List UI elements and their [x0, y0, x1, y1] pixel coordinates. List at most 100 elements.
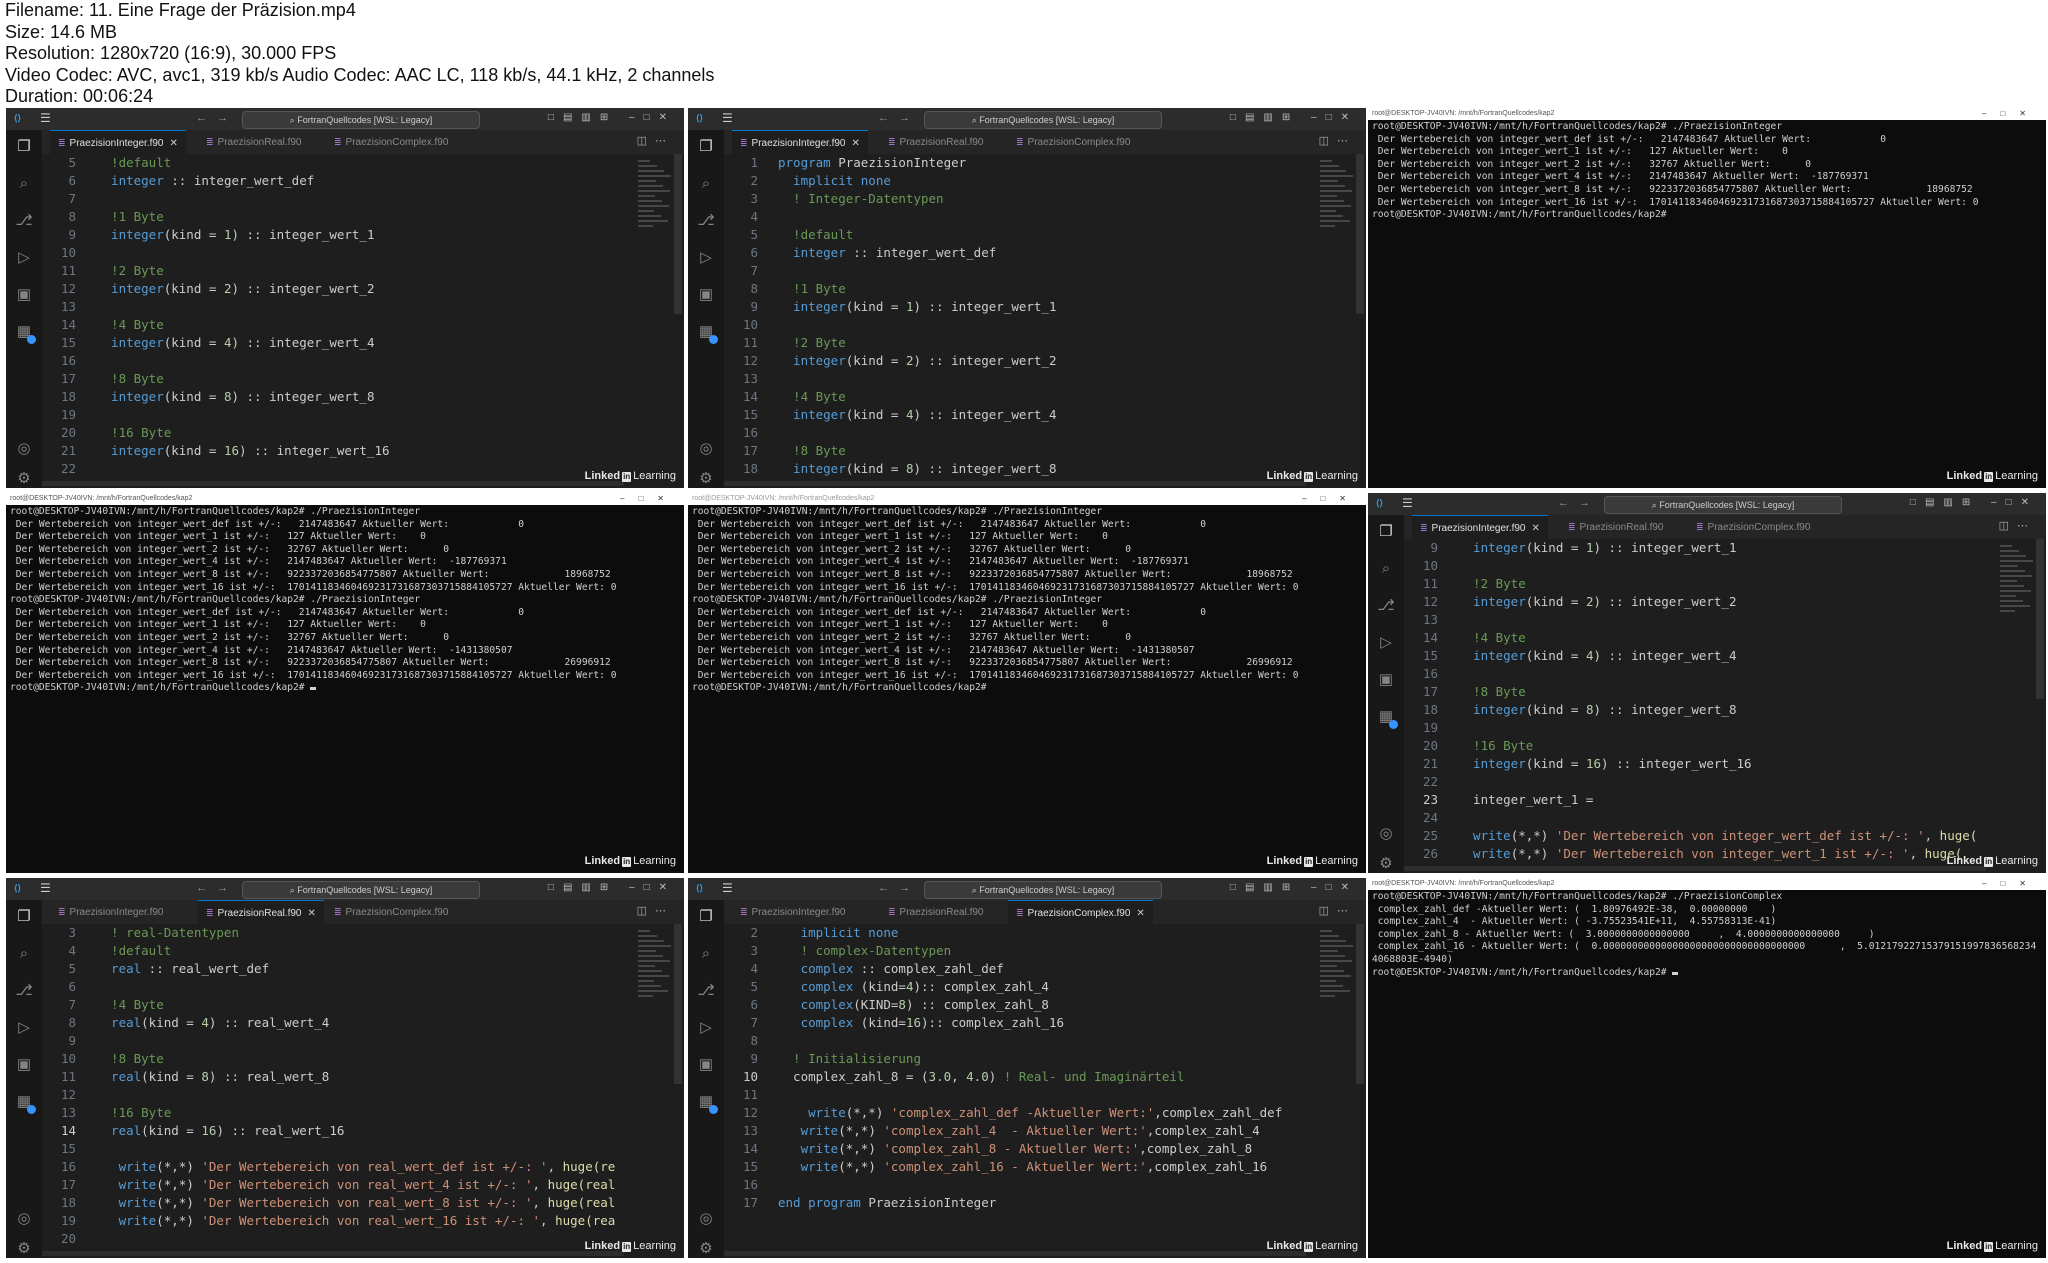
tab-close-icon[interactable]: ✕ — [852, 138, 860, 149]
source-control-icon[interactable]: ⎇ — [697, 212, 715, 230]
window-controls[interactable]: –□✕ — [1982, 108, 2040, 120]
extensions-icon[interactable]: ▦ — [697, 323, 718, 344]
explorer-icon[interactable]: ❐ — [1377, 523, 1395, 541]
vertical-scrollbar[interactable] — [1356, 924, 1364, 1084]
tab-complex[interactable]: ≣ PraezisionComplex.f90 ✕ — [1008, 900, 1153, 925]
command-center-search[interactable]: ⌕ FortranQuellcodes [WSL: Legacy] — [242, 881, 480, 899]
window-controls[interactable]: –□✕ — [1302, 493, 1360, 505]
search-icon[interactable]: ⌕ — [15, 175, 33, 193]
window-controls[interactable]: –□✕ — [1982, 878, 2040, 890]
tab-close-icon[interactable]: ✕ — [1136, 908, 1144, 919]
gear-icon[interactable]: ⚙ — [15, 1240, 33, 1258]
minimap[interactable] — [638, 930, 672, 1020]
run-debug-icon[interactable]: ▷ — [15, 1019, 33, 1037]
window-controls[interactable]: □▤▥⊞ –□✕ — [1910, 496, 2038, 510]
split-editor-icon[interactable]: ◫⋯ — [1999, 519, 2036, 532]
code-editor[interactable]: 3 ! real-Datentypen 4 !default 5 real :: r… — [42, 924, 674, 1258]
tab-integer[interactable]: ≣ PraezisionInteger.f90 ✕ — [732, 130, 868, 155]
search-icon[interactable]: ⌕ — [15, 945, 33, 963]
vertical-scrollbar[interactable] — [1356, 154, 1364, 314]
search-icon[interactable]: ⌕ — [697, 175, 715, 193]
tab-close-icon[interactable]: ✕ — [170, 138, 178, 149]
command-center-search[interactable]: ⌕ FortranQuellcodes [WSL: Legacy] — [924, 881, 1162, 899]
window-controls[interactable]: □▤▥⊞ –□✕ — [548, 881, 676, 895]
split-editor-icon[interactable]: ◫⋯ — [1319, 904, 1356, 917]
explorer-icon[interactable]: ❐ — [697, 908, 715, 926]
search-icon[interactable]: ⌕ — [697, 945, 715, 963]
remote-explorer-icon[interactable]: ▣ — [15, 1056, 33, 1074]
menu-icon[interactable]: ☰ — [1402, 496, 1413, 510]
tab-integer[interactable]: ≣ PraezisionInteger.f90 ✕ — [50, 130, 186, 155]
menu-icon[interactable]: ☰ — [722, 111, 733, 125]
explorer-icon[interactable]: ❐ — [697, 138, 715, 156]
window-controls[interactable]: □▤▥⊞ –□✕ — [1230, 111, 1358, 125]
remote-explorer-icon[interactable]: ▣ — [697, 1056, 715, 1074]
tab-complex[interactable]: ≣ PraezisionComplex.f90 — [326, 900, 456, 924]
source-control-icon[interactable]: ⎇ — [15, 212, 33, 230]
nav-arrows-icon[interactable]: ←→ — [878, 881, 920, 895]
tab-complex[interactable]: ≣ PraezisionComplex.f90 — [326, 130, 456, 154]
command-center-search[interactable]: ⌕ FortranQuellcodes [WSL: Legacy] — [924, 111, 1162, 129]
menu-icon[interactable]: ☰ — [722, 881, 733, 895]
tab-real[interactable]: ≣ PraezisionReal.f90 — [880, 900, 991, 924]
tab-close-icon[interactable]: ✕ — [1532, 523, 1540, 534]
vertical-scrollbar[interactable] — [674, 924, 682, 1084]
source-control-icon[interactable]: ⎇ — [15, 982, 33, 1000]
minimap[interactable] — [1320, 160, 1354, 250]
split-editor-icon[interactable]: ◫⋯ — [637, 134, 674, 147]
menu-icon[interactable]: ☰ — [40, 111, 51, 125]
remote-explorer-icon[interactable]: ▣ — [15, 286, 33, 304]
run-debug-icon[interactable]: ▷ — [697, 249, 715, 267]
tab-integer[interactable]: ≣ PraezisionInteger.f90 ✕ — [1412, 515, 1548, 540]
horizontal-scrollbar[interactable] — [724, 1251, 1306, 1256]
minimap[interactable] — [638, 160, 672, 250]
account-icon[interactable]: ◎ — [15, 440, 33, 458]
extensions-icon[interactable]: ▦ — [1377, 708, 1398, 729]
tab-integer[interactable]: ≣ PraezisionInteger.f90 — [50, 900, 172, 924]
nav-arrows-icon[interactable]: ←→ — [196, 111, 238, 125]
explorer-icon[interactable]: ❐ — [15, 908, 33, 926]
account-icon[interactable]: ◎ — [15, 1210, 33, 1228]
tab-real[interactable]: ≣ PraezisionReal.f90 — [198, 130, 309, 154]
source-control-icon[interactable]: ⎇ — [697, 982, 715, 1000]
tab-complex[interactable]: ≣ PraezisionComplex.f90 — [1008, 130, 1138, 154]
menu-icon[interactable]: ☰ — [40, 881, 51, 895]
remote-explorer-icon[interactable]: ▣ — [1377, 671, 1395, 689]
terminal-output[interactable]: root@DESKTOP-JV40IVN:/mnt/h/FortranQuell… — [1372, 891, 2042, 1258]
gear-icon[interactable]: ⚙ — [1377, 855, 1395, 873]
explorer-icon[interactable]: ❐ — [15, 138, 33, 156]
window-controls[interactable]: □▤▥⊞ –□✕ — [1230, 881, 1358, 895]
split-editor-icon[interactable]: ◫⋯ — [1319, 134, 1356, 147]
search-icon[interactable]: ⌕ — [1377, 560, 1395, 578]
nav-arrows-icon[interactable]: ←→ — [196, 881, 238, 895]
split-editor-icon[interactable]: ◫⋯ — [637, 904, 674, 917]
tab-real[interactable]: ≣ PraezisionReal.f90 ✕ — [198, 900, 324, 925]
gear-icon[interactable]: ⚙ — [697, 1240, 715, 1258]
command-center-search[interactable]: ⌕ FortranQuellcodes [WSL: Legacy] — [242, 111, 480, 129]
gear-icon[interactable]: ⚙ — [697, 470, 715, 488]
vertical-scrollbar[interactable] — [2036, 539, 2044, 699]
tab-real[interactable]: ≣ PraezisionReal.f90 — [880, 130, 991, 154]
extensions-icon[interactable]: ▦ — [15, 1093, 36, 1114]
code-editor[interactable]: 2 implicit none 3 ! complex-Datentypen 4 c… — [724, 924, 1356, 1258]
horizontal-scrollbar[interactable] — [42, 481, 624, 486]
window-controls[interactable]: –□✕ — [620, 493, 678, 505]
window-controls[interactable]: □▤▥⊞ –□✕ — [548, 111, 676, 125]
gear-icon[interactable]: ⚙ — [15, 470, 33, 488]
code-editor[interactable]: 9 integer(kind = 1) :: integer_wert_1 10 1… — [1404, 539, 2036, 873]
source-control-icon[interactable]: ⎇ — [1377, 597, 1395, 615]
minimap[interactable] — [2000, 545, 2034, 635]
run-debug-icon[interactable]: ▷ — [15, 249, 33, 267]
tab-close-icon[interactable]: ✕ — [307, 908, 315, 919]
minimap[interactable] — [1320, 930, 1354, 1020]
nav-arrows-icon[interactable]: ←→ — [1558, 496, 1600, 510]
terminal-output[interactable]: root@DESKTOP-JV40IVN:/mnt/h/FortranQuell… — [10, 506, 680, 873]
tab-complex[interactable]: ≣ PraezisionComplex.f90 — [1688, 515, 1818, 539]
account-icon[interactable]: ◎ — [697, 1210, 715, 1228]
terminal-output[interactable]: root@DESKTOP-JV40IVN:/mnt/h/FortranQuell… — [692, 506, 1362, 873]
vertical-scrollbar[interactable] — [674, 154, 682, 314]
tab-real[interactable]: ≣ PraezisionReal.f90 — [1560, 515, 1671, 539]
run-debug-icon[interactable]: ▷ — [697, 1019, 715, 1037]
horizontal-scrollbar[interactable] — [724, 481, 1306, 486]
remote-explorer-icon[interactable]: ▣ — [697, 286, 715, 304]
